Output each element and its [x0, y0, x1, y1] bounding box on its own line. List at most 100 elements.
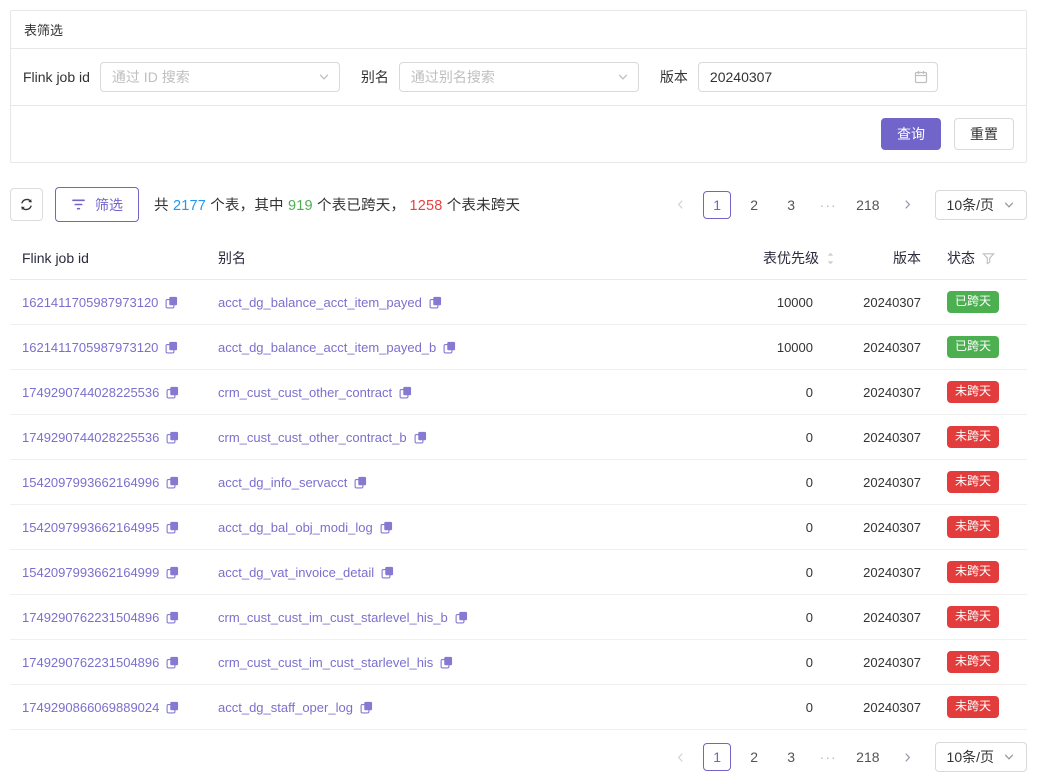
query-button[interactable]: 查询: [881, 118, 941, 150]
table-row: 1749290762231504896 crm_cust_cust_im_cust…: [10, 640, 1027, 685]
filter-lines-icon: [71, 198, 86, 211]
status-badge: 未跨天: [947, 516, 999, 537]
copy-icon[interactable]: [165, 341, 178, 354]
cell-version: 20240307: [847, 370, 935, 415]
copy-icon[interactable]: [443, 341, 456, 354]
cell-version: 20240307: [847, 325, 935, 370]
column-header-status[interactable]: 状态: [935, 238, 1027, 280]
copy-icon[interactable]: [440, 656, 453, 669]
alias-link[interactable]: acct_dg_balance_acct_item_payed: [218, 295, 442, 310]
chevron-down-icon: [1003, 199, 1015, 211]
alias-link[interactable]: acct_dg_vat_invoice_detail: [218, 565, 394, 580]
flink-job-id-placeholder: 通过 ID 搜索: [112, 67, 190, 87]
flink-job-id-link[interactable]: 1749290762231504896: [22, 655, 179, 670]
flink-job-id-value: 1749290866069889024: [22, 700, 159, 715]
pagination-bottom: 123···21810条/页: [657, 742, 1027, 772]
copy-icon[interactable]: [429, 296, 442, 309]
pagination-prev-button[interactable]: [666, 191, 694, 219]
cell-flink-job-id: 1542097993662164999: [10, 550, 206, 595]
status-badge: 未跨天: [947, 426, 999, 447]
column-header-alias: 别名: [206, 238, 717, 280]
alias-link[interactable]: crm_cust_cust_other_contract: [218, 385, 412, 400]
pagination-next-button[interactable]: [894, 191, 922, 219]
page: 表筛选 Flink job id 通过 ID 搜索 别名 通过别名搜索: [0, 0, 1037, 782]
page-size-select[interactable]: 10条/页: [935, 742, 1027, 772]
filter-button-label: 筛选: [95, 195, 123, 215]
page-size-label: 10条/页: [947, 747, 994, 767]
alias-label: 别名: [361, 67, 389, 87]
flink-job-id-link[interactable]: 1749290762231504896: [22, 610, 179, 625]
copy-icon[interactable]: [166, 521, 179, 534]
copy-icon[interactable]: [166, 566, 179, 579]
page-size-select[interactable]: 10条/页: [935, 190, 1027, 220]
pagination-page-3[interactable]: 3: [777, 191, 805, 219]
summary-uncrossed-count: 1258: [409, 198, 442, 214]
alias-select[interactable]: 通过别名搜索: [399, 62, 639, 92]
alias-link[interactable]: acct_dg_info_servacct: [218, 475, 367, 490]
summary-part1: 共: [154, 198, 173, 214]
flink-job-id-link[interactable]: 1542097993662164999: [22, 565, 179, 580]
alias-link[interactable]: crm_cust_cust_other_contract_b: [218, 430, 427, 445]
filter-funnel-icon[interactable]: [982, 252, 995, 265]
copy-icon[interactable]: [166, 476, 179, 489]
alias-value: acct_dg_info_servacct: [218, 475, 347, 490]
chevron-down-icon: [1003, 751, 1015, 763]
copy-icon[interactable]: [166, 611, 179, 624]
alias-value: acct_dg_bal_obj_modi_log: [218, 520, 373, 535]
status-badge: 已跨天: [947, 336, 999, 357]
flink-job-id-value: 1621411705987973120: [22, 340, 158, 355]
status-badge: 未跨天: [947, 561, 999, 582]
cell-priority: 0: [717, 640, 847, 685]
copy-icon[interactable]: [166, 656, 179, 669]
flink-job-id-link[interactable]: 1542097993662164996: [22, 475, 179, 490]
field-version: 版本 20240307: [660, 62, 938, 92]
copy-icon[interactable]: [166, 701, 179, 714]
flink-job-id-value: 1749290762231504896: [22, 655, 159, 670]
cell-status: 未跨天: [935, 415, 1027, 460]
copy-icon[interactable]: [354, 476, 367, 489]
sorter-icon[interactable]: [826, 251, 835, 266]
copy-icon[interactable]: [166, 386, 179, 399]
cell-status: 未跨天: [935, 595, 1027, 640]
cell-alias: crm_cust_cust_other_contract_b: [206, 415, 717, 460]
pagination-page-218[interactable]: 218: [851, 191, 884, 219]
copy-icon[interactable]: [165, 296, 178, 309]
flink-job-id-link[interactable]: 1749290744028225536: [22, 430, 179, 445]
flink-job-id-link[interactable]: 1749290866069889024: [22, 700, 179, 715]
toolbar: 筛选 共 2177 个表，其中 919 个表已跨天， 1258 个表未跨天 12…: [10, 187, 1027, 222]
column-header-priority[interactable]: 表优先级: [717, 238, 847, 280]
status-badge: 未跨天: [947, 381, 999, 402]
field-alias: 别名 通过别名搜索: [361, 62, 639, 92]
alias-link[interactable]: acct_dg_staff_oper_log: [218, 700, 373, 715]
alias-link[interactable]: acct_dg_balance_acct_item_payed_b: [218, 340, 456, 355]
pagination-page-1[interactable]: 1: [703, 191, 731, 219]
alias-value: acct_dg_vat_invoice_detail: [218, 565, 374, 580]
alias-link[interactable]: crm_cust_cust_im_cust_starlevel_his: [218, 655, 453, 670]
cell-flink-job-id: 1542097993662164996: [10, 460, 206, 505]
filter-form: Flink job id 通过 ID 搜索 别名 通过别名搜索: [11, 49, 1026, 106]
flink-job-id-select[interactable]: 通过 ID 搜索: [100, 62, 340, 92]
reset-button[interactable]: 重置: [954, 118, 1014, 150]
filter-button[interactable]: 筛选: [55, 187, 139, 222]
copy-icon[interactable]: [360, 701, 373, 714]
copy-icon[interactable]: [399, 386, 412, 399]
cell-alias: crm_cust_cust_im_cust_starlevel_his_b: [206, 595, 717, 640]
flink-job-id-link[interactable]: 1542097993662164995: [22, 520, 179, 535]
copy-icon[interactable]: [455, 611, 468, 624]
version-date-input[interactable]: 20240307: [698, 62, 938, 92]
cell-flink-job-id: 1621411705987973120: [10, 280, 206, 325]
refresh-button[interactable]: [10, 188, 43, 221]
table-row: 1542097993662164995 acct_dg_bal_obj_modi_…: [10, 505, 1027, 550]
alias-link[interactable]: crm_cust_cust_im_cust_starlevel_his_b: [218, 610, 468, 625]
flink-job-id-link[interactable]: 1621411705987973120: [22, 340, 178, 355]
copy-icon[interactable]: [166, 431, 179, 444]
filter-actions: 查询 重置: [11, 106, 1026, 162]
copy-icon[interactable]: [381, 566, 394, 579]
copy-icon[interactable]: [414, 431, 427, 444]
pagination-page-2[interactable]: 2: [740, 191, 768, 219]
copy-icon[interactable]: [380, 521, 393, 534]
flink-job-id-link[interactable]: 1621411705987973120: [22, 295, 178, 310]
priority-header-label: 表优先级: [763, 248, 819, 268]
alias-link[interactable]: acct_dg_bal_obj_modi_log: [218, 520, 393, 535]
flink-job-id-link[interactable]: 1749290744028225536: [22, 385, 179, 400]
